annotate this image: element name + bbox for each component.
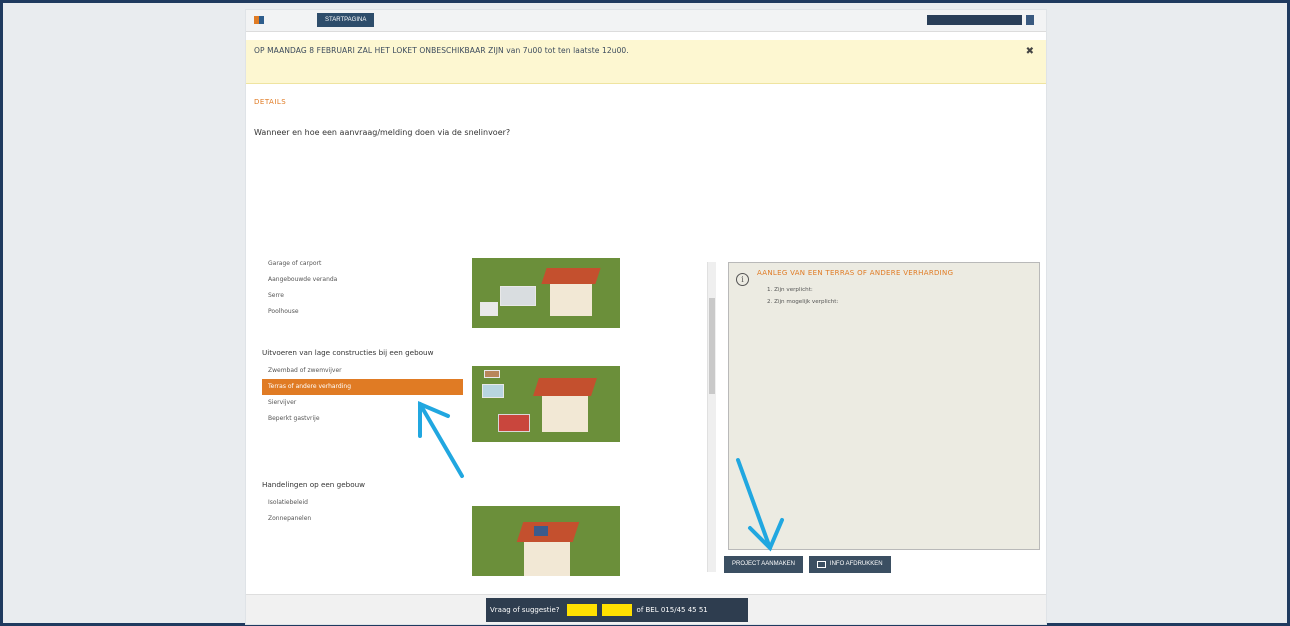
search-button[interactable]: [1026, 15, 1034, 25]
footer: Vraag of suggestie? of BEL 015/45 45 51: [246, 594, 1046, 624]
list-heading: 1. Zijn verplicht:: [767, 287, 813, 293]
category-list-pane: Garage of carport Aangebouwde veranda Se…: [262, 250, 717, 576]
group-building-actions: Handelingen op een gebouw Isolatiebeleid…: [262, 480, 463, 559]
terrace-shape: [498, 414, 530, 432]
question-label: Vraag of suggestie?: [490, 606, 560, 614]
start-page-button[interactable]: STARTPAGINA: [317, 13, 375, 27]
house-wall: [550, 280, 592, 316]
phone-number: of BEL 015/45 45 51: [637, 606, 708, 614]
create-project-label: PROJECT AANMAKEN: [732, 561, 795, 567]
veranda-shape: [500, 286, 536, 306]
house-wall: [542, 392, 588, 432]
alert-title: OP MAANDAG 8 FEBRUARI ZAL HET LOKET ONBE…: [254, 46, 629, 55]
list-item[interactable]: Isolatiebeleid: [262, 495, 463, 511]
illustration-terrace: [472, 366, 620, 442]
list-item[interactable]: [262, 527, 463, 543]
printer-icon: [816, 561, 826, 568]
logo-mark-icon: [254, 16, 264, 24]
house-roof: [516, 522, 580, 542]
list-item[interactable]: Zonnepanelen: [262, 511, 463, 527]
illustration-carport: [472, 258, 620, 328]
top-right-tools: [923, 15, 1034, 25]
info-panel: i AANLEG VAN EEN TERRAS OF ANDERE VERHAR…: [728, 262, 1040, 550]
info-icon: i: [736, 273, 749, 286]
action-buttons: PROJECT AANMAKEN INFO AFDRUKKEN: [724, 556, 891, 573]
list-item[interactable]: Zwembad of zwemvijver: [262, 363, 463, 379]
list-scrollbar[interactable]: [707, 262, 716, 572]
contact-button-1[interactable]: [566, 604, 597, 616]
pond-shape: [482, 384, 504, 398]
house-roof: [533, 378, 597, 396]
contact-button-2[interactable]: [601, 604, 632, 616]
list-item[interactable]: Beperkt gastvrije: [262, 411, 463, 427]
section-label: DETAILS: [254, 98, 287, 106]
scrollbar-thumb[interactable]: [709, 298, 715, 394]
phone-text: of BEL 015/45 45 51: [636, 606, 708, 614]
intro-heading: Wanneer en hoe een aanvraag/melding doen…: [254, 128, 511, 137]
group-title: Handelingen op een gebouw: [262, 480, 366, 489]
list-item[interactable]: Garage of carport: [262, 256, 463, 272]
contact-box: Vraag of suggestie? of BEL 015/45 45 51: [486, 598, 748, 622]
deck-shape: [484, 370, 500, 378]
list-item[interactable]: [262, 543, 463, 559]
list-item[interactable]: Siervijver: [262, 395, 463, 411]
print-info-label: INFO AFDRUKKEN: [829, 561, 883, 567]
group-title: Uitvoeren van lage constructies bij een …: [262, 348, 434, 357]
print-info-button[interactable]: INFO AFDRUKKEN: [808, 556, 891, 573]
list-item[interactable]: Aangebouwde veranda: [262, 272, 463, 288]
carport-shape: [480, 302, 498, 316]
required-docs-list: 1. Zijn verplicht: 2. Zijn mogelijk verp…: [767, 285, 1031, 307]
maintenance-alert: OP MAANDAG 8 FEBRUARI ZAL HET LOKET ONBE…: [246, 40, 1046, 84]
house-wall: [524, 538, 570, 576]
intro-text: Wanneer en hoe een aanvraag/melding doen…: [254, 128, 1034, 137]
top-bar: STARTPAGINA: [246, 10, 1046, 32]
list-item-active[interactable]: Terras of andere verharding: [262, 379, 463, 395]
list-heading: 2. Zijn mogelijk verplicht:: [767, 299, 839, 305]
info-title: AANLEG VAN EEN TERRAS OF ANDERE VERHARDI…: [757, 269, 954, 277]
house-roof: [541, 268, 601, 284]
illustration-solar: [472, 506, 620, 576]
group-low-constructions: Uitvoeren van lage constructies bij een …: [262, 348, 463, 427]
solar-panel-shape: [534, 526, 548, 536]
group-buildings: Garage of carport Aangebouwde veranda Se…: [262, 250, 463, 320]
list-item[interactable]: Poolhouse: [262, 304, 463, 320]
search-input[interactable]: [927, 15, 1022, 25]
close-icon[interactable]: ✖: [1026, 46, 1034, 57]
list-item[interactable]: Serre: [262, 288, 463, 304]
create-project-button[interactable]: PROJECT AANMAKEN: [724, 556, 803, 573]
logo[interactable]: [252, 16, 264, 25]
